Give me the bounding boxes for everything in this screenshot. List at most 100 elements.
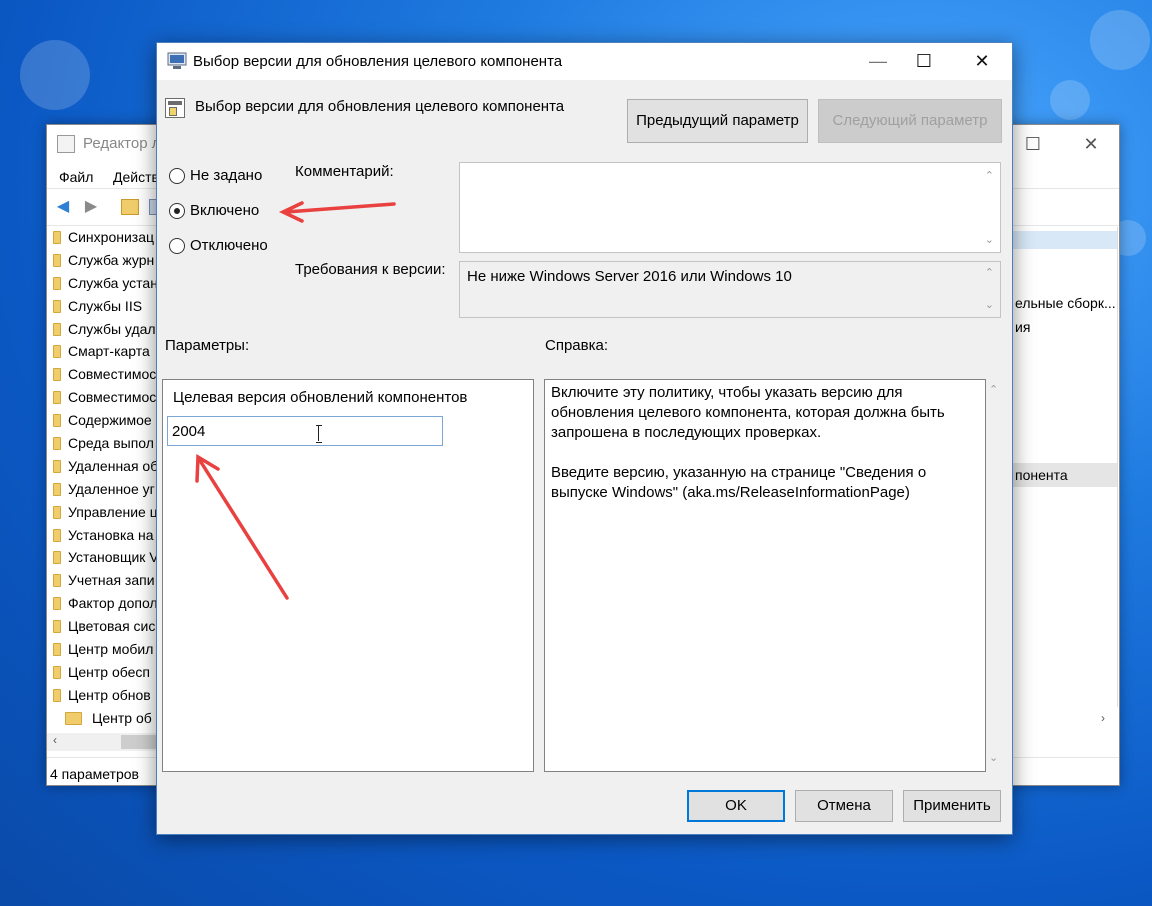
tree-item[interactable]: Служба устан: [47, 273, 159, 296]
previous-setting-button[interactable]: Предыдущий параметр: [627, 99, 808, 143]
comment-textarea[interactable]: ⌃ ⌄: [459, 162, 1001, 253]
back-arrow-icon[interactable]: ◀: [53, 199, 73, 215]
list-header: [1013, 231, 1117, 249]
tree-item-label: Установка на: [68, 526, 154, 543]
tree-item[interactable]: Среда выпол: [47, 433, 159, 456]
up-folder-icon[interactable]: [121, 199, 139, 215]
settings-list-pane: ельные сборк... ия понента ›: [1013, 227, 1121, 733]
tree-item-label: Служба журн: [68, 251, 155, 268]
help-label: Справка:: [545, 337, 609, 354]
tree-item[interactable]: Учетная запи: [47, 570, 159, 593]
folder-icon: [53, 253, 61, 267]
tree-item[interactable]: Удаленная об: [47, 456, 159, 479]
maximize-icon[interactable]: ☐: [1019, 131, 1047, 157]
tree-item[interactable]: Управление ц: [47, 502, 159, 525]
radio-enabled[interactable]: Включено: [169, 200, 309, 222]
folder-icon: [53, 414, 61, 428]
folder-icon: [53, 643, 61, 657]
policy-tree: Синхронизац Служба журн Служба устан Службы…: [47, 227, 159, 733]
radio-label: Не задано: [190, 167, 263, 184]
radio-label: Отключено: [190, 237, 268, 254]
folder-icon: [53, 368, 61, 382]
radio-circle[interactable]: [169, 238, 185, 254]
next-setting-button[interactable]: Следующий параметр: [818, 99, 1002, 143]
setting-icon: [165, 98, 185, 118]
bg-window-title: Редактор л: [83, 135, 161, 152]
tree-item-label: Смарт-карта: [68, 343, 150, 360]
menu-action[interactable]: Действ: [113, 169, 159, 185]
scroll-right-icon[interactable]: ›: [1101, 711, 1105, 725]
help-scroll-up-icon[interactable]: ⌃: [989, 383, 998, 396]
tree-item-label: Удаленное уг: [68, 480, 155, 497]
folder-icon: [53, 276, 61, 290]
maximize-icon[interactable]: ☐: [901, 43, 947, 80]
target-version-input[interactable]: [167, 416, 443, 446]
list-item[interactable]: понента: [1015, 467, 1068, 483]
folder-icon: [53, 322, 61, 336]
scroll-left-icon[interactable]: ‹: [53, 733, 57, 747]
tree-item[interactable]: Службы удал: [47, 319, 159, 342]
minimize-icon[interactable]: —: [855, 43, 901, 80]
tree-item[interactable]: Содержимое: [47, 410, 159, 433]
folder-icon: [53, 597, 61, 611]
list-item[interactable]: ельные сборк...: [1015, 295, 1116, 311]
tree-item[interactable]: Установщик V: [47, 547, 159, 570]
help-panel: Включите эту политику, чтобы указать вер…: [544, 379, 986, 772]
tree-item[interactable]: Совместимос: [47, 387, 159, 410]
close-icon[interactable]: ✕: [1077, 131, 1105, 157]
requirements-label: Требования к версии:: [295, 261, 446, 278]
radio-circle[interactable]: [169, 203, 185, 219]
tree-item-label: Содержимое: [68, 412, 152, 429]
folder-icon: [53, 574, 61, 588]
tree-item[interactable]: Синхронизац: [47, 227, 159, 250]
tree-item-label: Синхронизац: [68, 229, 155, 245]
help-paragraph: Введите версию, указанную на странице "С…: [551, 464, 927, 501]
tree-item[interactable]: Установка на: [47, 525, 159, 548]
scroll-up-icon[interactable]: ⌃: [985, 266, 994, 279]
scroll-thumb[interactable]: [121, 735, 157, 749]
radio-disabled[interactable]: Отключено: [169, 235, 309, 257]
tree-item[interactable]: Удаленное уг: [47, 479, 159, 502]
tree-item-label: Управление ц: [68, 503, 158, 520]
folder-icon: [53, 665, 61, 679]
tree-item[interactable]: Совместимос: [47, 364, 159, 387]
tree-item[interactable]: Центр обесп: [47, 662, 159, 685]
tree-item[interactable]: Служба журн: [47, 250, 159, 273]
folder-icon: [53, 551, 61, 565]
tree-item[interactable]: Цветовая сис: [47, 616, 159, 639]
menu-file[interactable]: Файл: [59, 169, 93, 185]
options-panel: Целевая версия обновлений компонентов: [162, 379, 534, 772]
folder-icon: [53, 505, 61, 519]
tree-item-selected[interactable]: Центр об: [47, 708, 159, 731]
folder-icon: [53, 231, 61, 244]
help-scroll-down-icon[interactable]: ⌄: [989, 751, 998, 764]
scroll-down-icon[interactable]: ⌄: [985, 298, 994, 311]
tree-item-label: Центр об: [92, 709, 152, 726]
list-item[interactable]: ия: [1015, 319, 1030, 335]
tree-item[interactable]: Центр мобил: [47, 639, 159, 662]
radio-circle[interactable]: [169, 168, 185, 184]
tree-item-label: Служба устан: [68, 274, 158, 291]
target-version-label: Целевая версия обновлений компонентов: [173, 389, 468, 406]
folder-icon: [53, 459, 61, 473]
scroll-down-icon[interactable]: ⌄: [985, 233, 994, 246]
tree-horizontal-scrollbar[interactable]: ‹: [47, 733, 159, 751]
policy-setting-dialog: Выбор версии для обновления целевого ком…: [156, 42, 1013, 835]
radio-not-configured[interactable]: Не задано: [169, 165, 309, 187]
dialog-titlebar: Выбор версии для обновления целевого ком…: [157, 43, 1012, 80]
cancel-button[interactable]: Отмена: [795, 790, 893, 822]
ok-button[interactable]: OK: [687, 790, 785, 822]
tree-item-label: Совместимос: [68, 366, 157, 383]
setting-title: Выбор версии для обновления целевого ком…: [195, 98, 565, 115]
tree-item[interactable]: Центр обнов: [47, 685, 159, 708]
apply-button[interactable]: Применить: [903, 790, 1001, 822]
close-icon[interactable]: ✕: [959, 43, 1005, 80]
tree-item[interactable]: Службы IIS: [47, 296, 159, 319]
wallpaper-bokeh: [1050, 80, 1090, 120]
tree-item[interactable]: Смарт-карта: [47, 341, 159, 364]
tree-item-label: Учетная запи: [68, 572, 155, 589]
forward-arrow-icon[interactable]: ▶: [81, 199, 101, 215]
tree-item[interactable]: Фактор допол: [47, 593, 159, 616]
radio-label: Включено: [190, 202, 260, 219]
scroll-up-icon[interactable]: ⌃: [985, 169, 994, 182]
